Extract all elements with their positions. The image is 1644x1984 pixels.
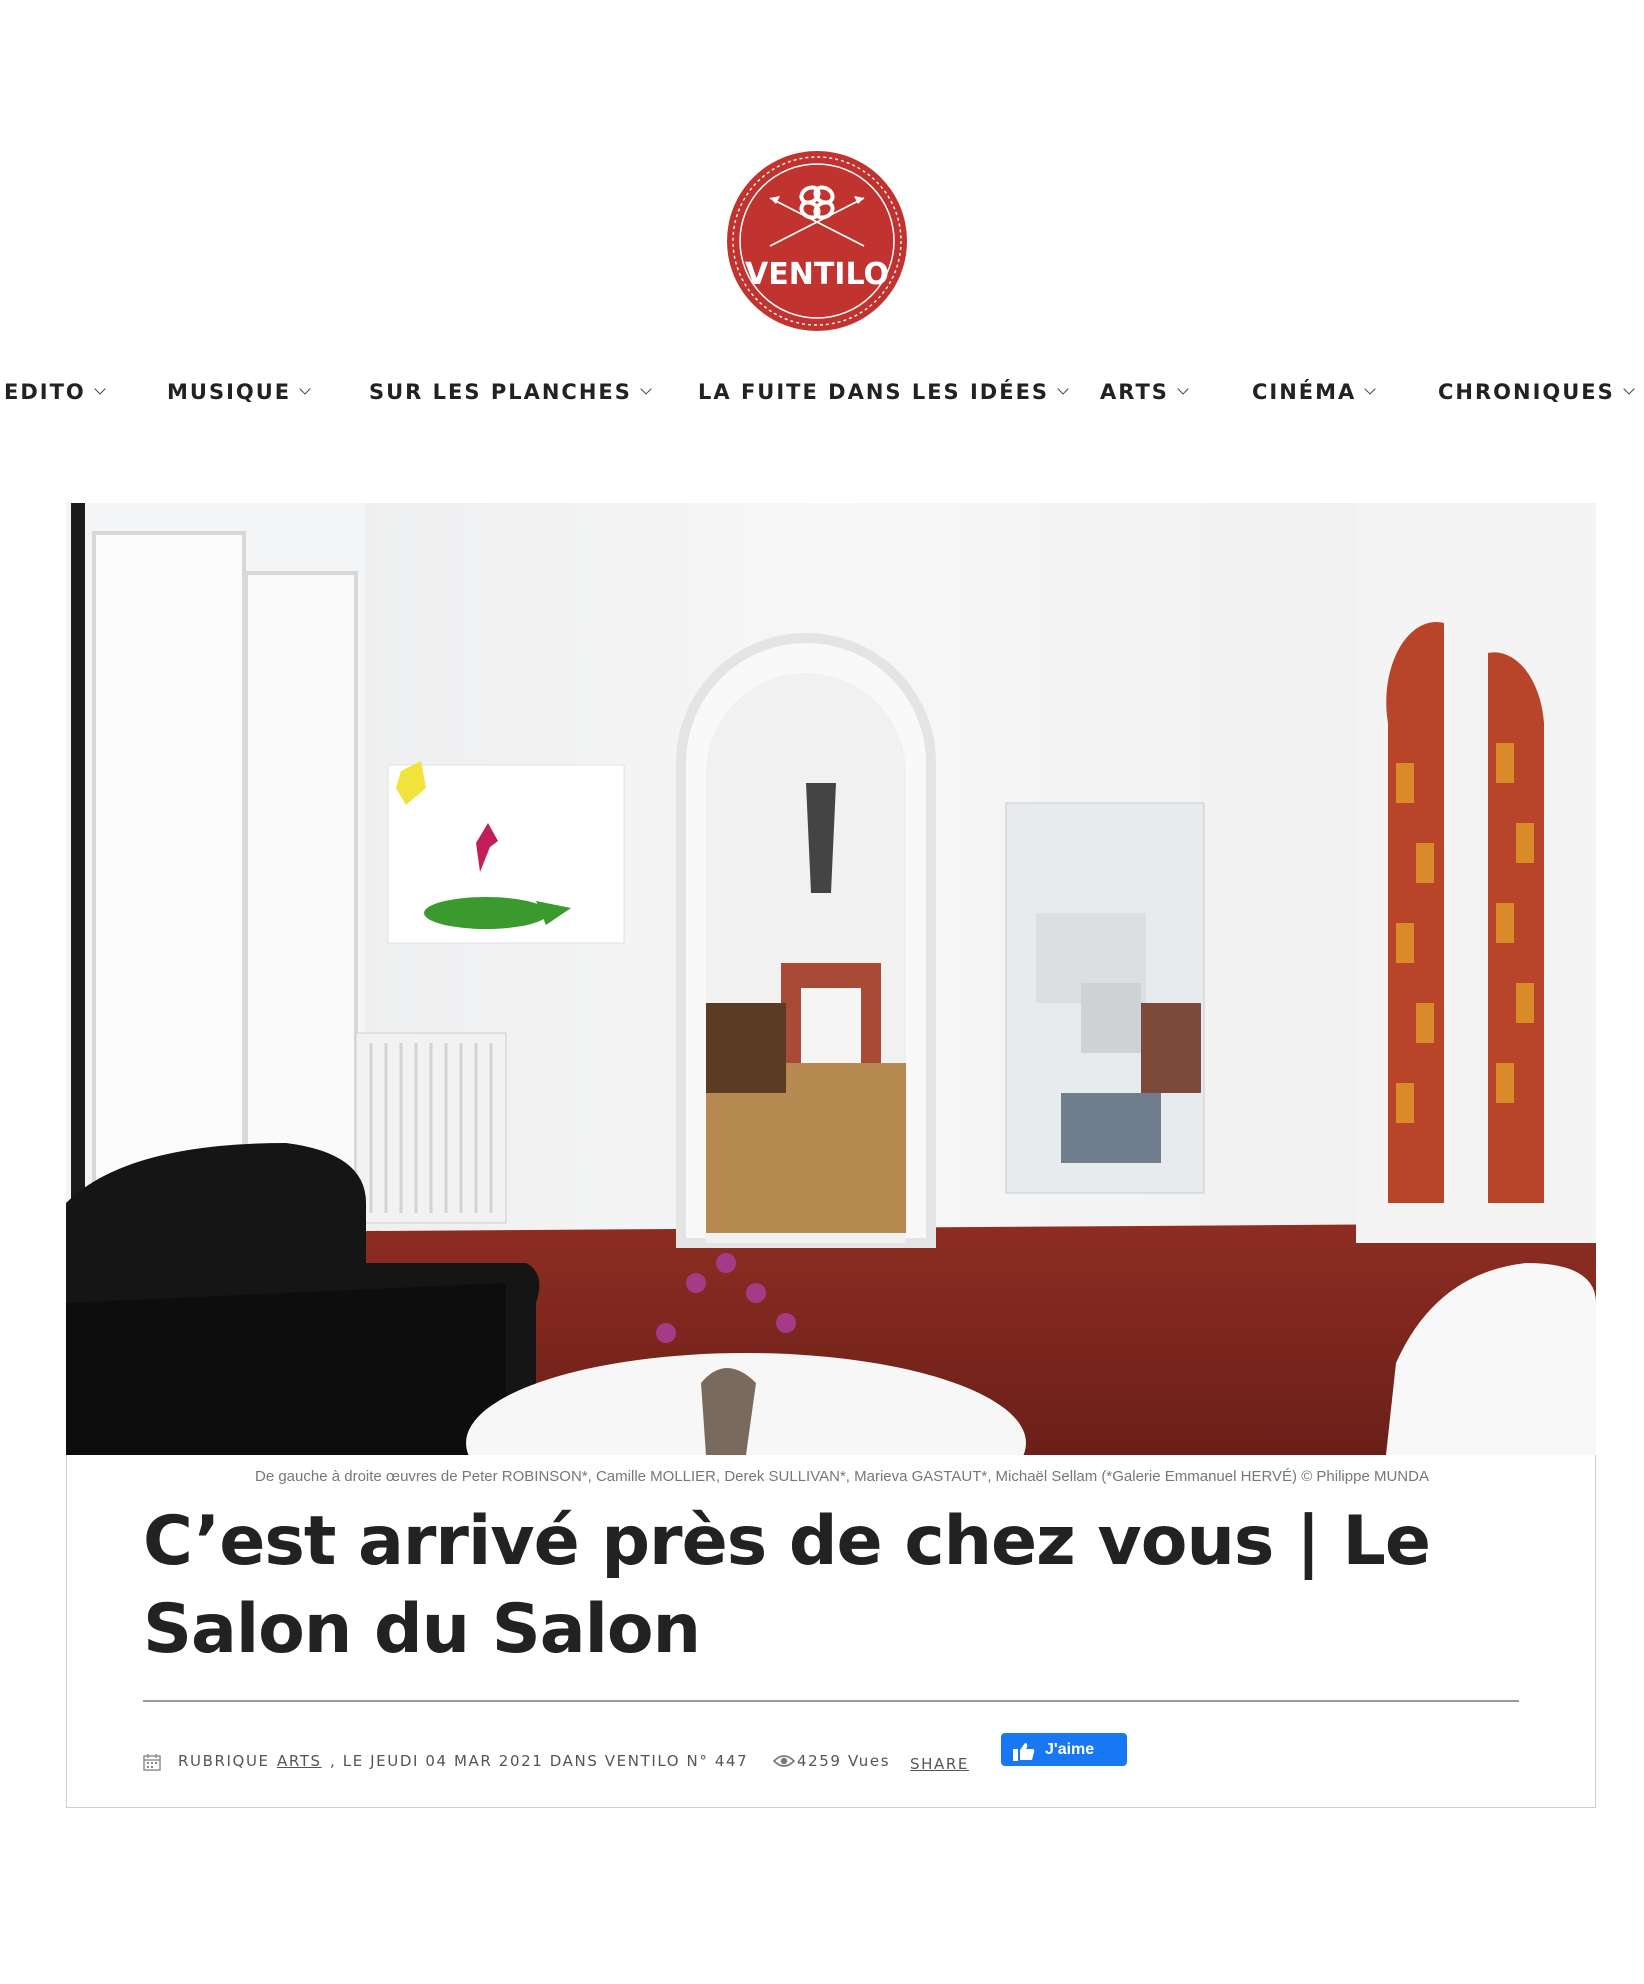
article-title: C’est arrivé près de chez vous | Le Salo… (143, 1502, 1431, 1669)
eye-icon (772, 1754, 796, 1772)
nav-item-label: ARTS (1100, 380, 1169, 404)
nav-item-sur-les-planches[interactable]: SUR LES PLANCHES (369, 380, 652, 404)
article-date: , LE JEUDI 04 MAR 2021 DANS VENTILO N° 4… (330, 1752, 749, 1770)
svg-text:VENTILO: VENTILO (745, 257, 889, 292)
chevron-down-icon (299, 383, 311, 395)
chevron-down-icon (640, 383, 652, 395)
nav-item-label: MUSIQUE (167, 380, 292, 404)
title-divider (143, 1700, 1519, 1702)
hero-room-illustration (66, 503, 1596, 1455)
nav-item-chroniques[interactable]: CHRONIQUES (1438, 380, 1635, 404)
nav-item-edito[interactable]: EDITO (4, 380, 106, 404)
thumbs-up-icon (1013, 1740, 1035, 1773)
nav-item-cinema[interactable]: CINÉMA (1252, 380, 1376, 404)
image-caption: De gauche à droite œuvres de Peter ROBIN… (255, 1468, 1429, 1485)
nav-item-arts[interactable]: ARTS (1100, 380, 1189, 404)
calendar-icon (143, 1753, 161, 1775)
nav-item-musique[interactable]: MUSIQUE (167, 380, 311, 404)
logo-seal: VENTILO (727, 151, 907, 331)
main-nav: EDITO MUSIQUE SUR LES PLANCHES LA FUITE … (0, 374, 1644, 414)
chevron-down-icon (94, 383, 106, 395)
nav-item-label: EDITO (4, 380, 86, 404)
article-meta: RUBRIQUE ARTS , LE JEUDI 04 MAR 2021 DAN… (143, 1752, 1543, 1782)
rubrique-arts-link[interactable]: ARTS (277, 1752, 322, 1770)
article-hero-image (66, 503, 1596, 1455)
view-count: 4259 Vues (797, 1752, 891, 1770)
rubrique-label: RUBRIQUE (178, 1752, 270, 1770)
ventilo-logo[interactable]: VENTILO (726, 150, 908, 332)
nav-item-label: LA FUITE DANS LES IDÉES (698, 380, 1050, 404)
chevron-down-icon (1364, 383, 1376, 395)
nav-item-label: CHRONIQUES (1438, 380, 1615, 404)
nav-item-label: SUR LES PLANCHES (369, 380, 632, 404)
chevron-down-icon (1057, 383, 1069, 395)
share-link[interactable]: SHARE (910, 1755, 969, 1773)
nav-item-label: CINÉMA (1252, 380, 1357, 404)
facebook-like-button[interactable]: J'aime (1001, 1733, 1127, 1766)
nav-item-la-fuite-dans-les-idees[interactable]: LA FUITE DANS LES IDÉES (698, 380, 1069, 404)
like-label: J'aime (1045, 1741, 1095, 1758)
chevron-down-icon (1623, 383, 1635, 395)
chevron-down-icon (1177, 383, 1189, 395)
